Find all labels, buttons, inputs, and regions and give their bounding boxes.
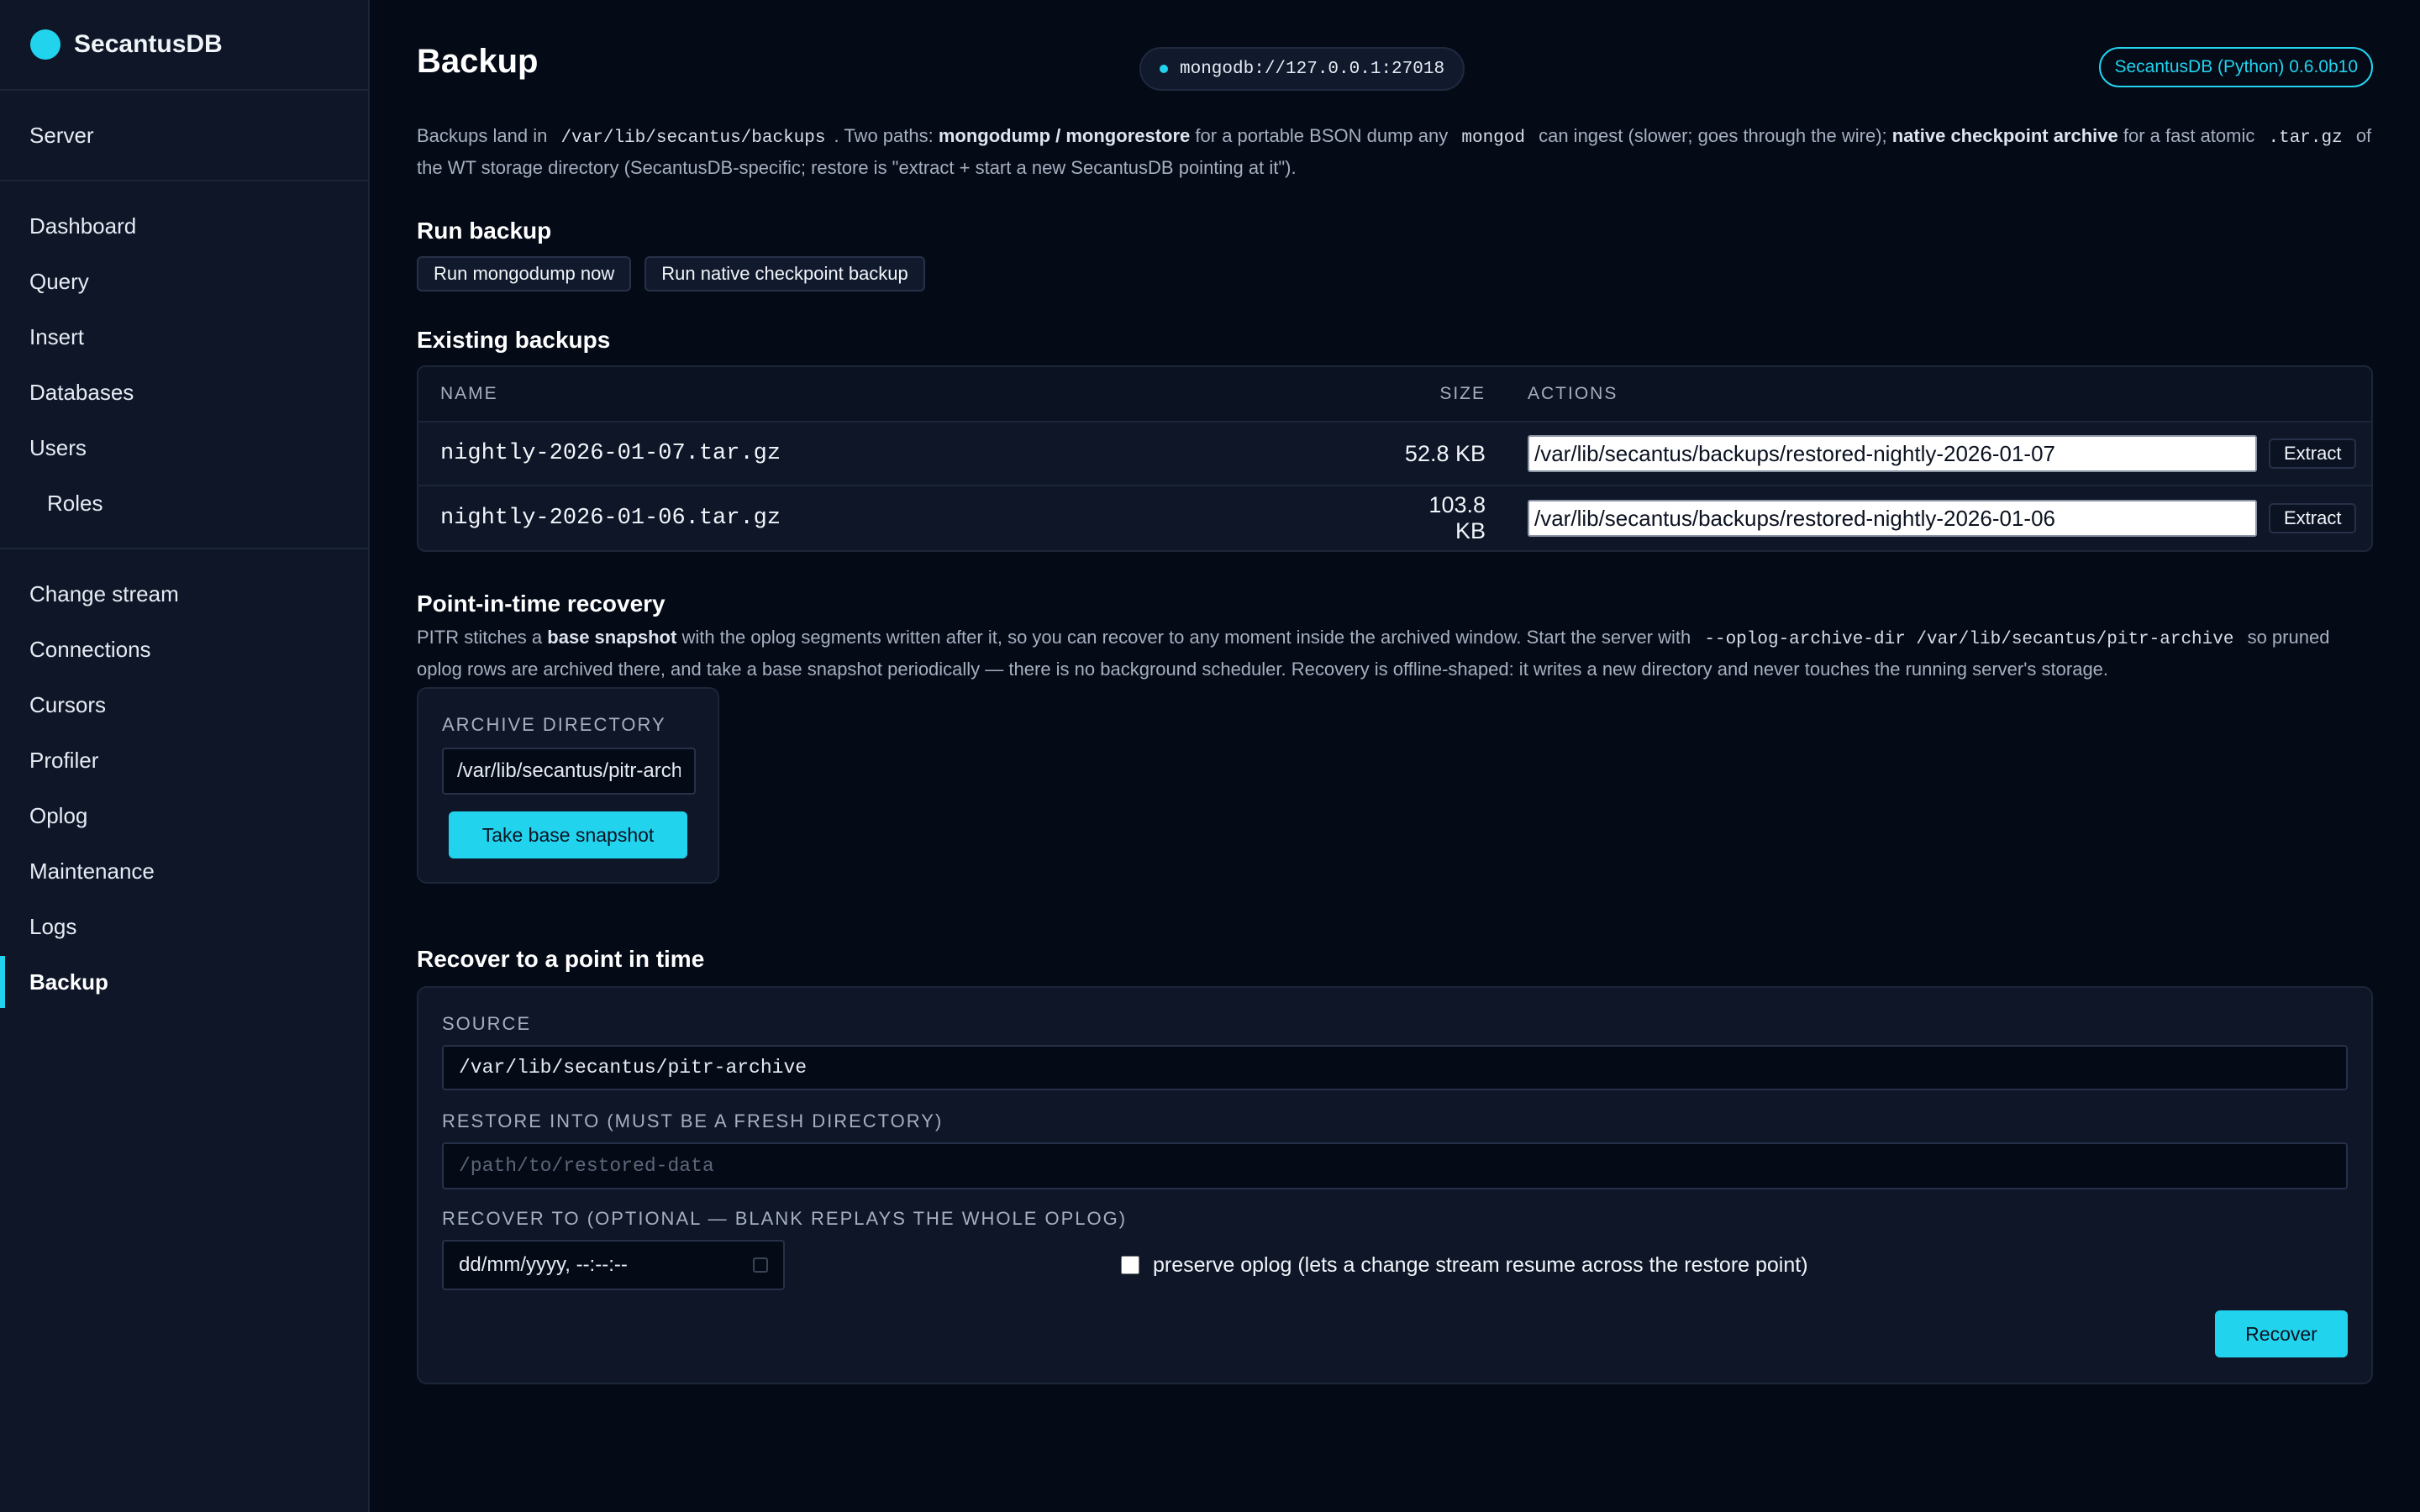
restore-into-label: RESTORE INTO (MUST BE A FRESH DIRECTORY) bbox=[442, 1110, 944, 1131]
nav-group-server: Server bbox=[0, 91, 368, 181]
sidebar: SecantusDB Server Dashboard Query Insert… bbox=[0, 0, 370, 1512]
source-input[interactable] bbox=[442, 1045, 2348, 1090]
sidebar-item-maintenance[interactable]: Maintenance bbox=[0, 843, 368, 899]
existing-backups-title: Existing backups bbox=[417, 327, 611, 353]
preserve-oplog-option[interactable]: preserve oplog (lets a change stream res… bbox=[1121, 1253, 1808, 1278]
intro-text-1: Backups land in bbox=[417, 125, 553, 146]
pitr-text-2: with the oplog segments written after it… bbox=[676, 627, 1697, 648]
column-header-actions: ACTIONS bbox=[1528, 384, 1618, 403]
take-base-snapshot-button[interactable]: Take base snapshot bbox=[449, 811, 687, 858]
source-label: SOURCE bbox=[442, 1013, 532, 1034]
backups-table: NAME SIZE ACTIONS nightly-2026-01-07.tar… bbox=[417, 365, 2373, 552]
sidebar-item-users[interactable]: Users bbox=[0, 420, 368, 475]
table-row: nightly-2026-01-07.tar.gz 52.8 KB Extrac… bbox=[418, 423, 2371, 486]
intro-mongod-code: mongod bbox=[1461, 129, 1525, 148]
connection-status-icon bbox=[1160, 65, 1168, 73]
sidebar-item-roles[interactable]: Roles bbox=[0, 475, 368, 531]
table-row: nightly-2026-01-06.tar.gz 103.8 KB Extra… bbox=[418, 486, 2371, 550]
run-native-backup-button[interactable]: Run native checkpoint backup bbox=[644, 256, 925, 291]
intro-text-2: . Two paths: bbox=[834, 125, 939, 146]
snapshot-button-wrap: Take base snapshot bbox=[442, 811, 694, 858]
brand: SecantusDB bbox=[0, 0, 368, 91]
column-header-name: NAME bbox=[440, 384, 498, 403]
nav-group-data: Dashboard Query Insert Databases Users R… bbox=[0, 181, 368, 549]
recover-title: Recover to a point in time bbox=[417, 946, 705, 972]
main-content: Backup mongodb://127.0.0.1:27018 Secantu… bbox=[370, 0, 2420, 1512]
sidebar-item-dashboard[interactable]: Dashboard bbox=[0, 198, 368, 254]
backup-name: nightly-2026-01-06.tar.gz bbox=[440, 506, 781, 531]
recover-to-row: dd/mm/yyyy, --:--:-- preserve oplog (let… bbox=[442, 1240, 2348, 1290]
archive-panel: ARCHIVE DIRECTORY Take base snapshot bbox=[417, 687, 719, 884]
sidebar-item-backup[interactable]: Backup bbox=[0, 954, 368, 1010]
backup-name: nightly-2026-01-07.tar.gz bbox=[440, 441, 781, 466]
run-mongodump-button[interactable]: Run mongodump now bbox=[417, 256, 632, 291]
run-backup-actions: Run mongodump now Run native checkpoint … bbox=[417, 256, 2373, 291]
sidebar-item-change-stream[interactable]: Change stream bbox=[0, 566, 368, 622]
recover-button[interactable]: Recover bbox=[2215, 1310, 2348, 1357]
backup-size: 103.8 KB bbox=[1428, 492, 1486, 543]
recover-panel: SOURCE RESTORE INTO (MUST BE A FRESH DIR… bbox=[417, 986, 2373, 1384]
extract-target-input[interactable] bbox=[1528, 500, 2257, 537]
intro-bold-native: native checkpoint archive bbox=[1891, 125, 2118, 146]
table-header: NAME SIZE ACTIONS bbox=[418, 367, 2371, 423]
row-actions: Extract bbox=[1486, 500, 2357, 537]
sidebar-item-oplog[interactable]: Oplog bbox=[0, 788, 368, 843]
preserve-oplog-checkbox[interactable] bbox=[1121, 1256, 1139, 1274]
intro-targz-code: .tar.gz bbox=[2268, 129, 2343, 148]
pitr-flag-code: --oplog-archive-dir /var/lib/secantus/pi… bbox=[1704, 630, 2234, 649]
pitr-description: PITR stitches a base snapshot with the o… bbox=[417, 622, 2373, 684]
pitr-title: Point-in-time recovery bbox=[417, 591, 666, 617]
recover-to-label: RECOVER TO (OPTIONAL — BLANK REPLAYS THE… bbox=[442, 1208, 1128, 1229]
intro-text-4: can ingest (slower; goes through the wir… bbox=[1533, 125, 1892, 146]
intro-text-3: for a portable BSON dump any bbox=[1190, 125, 1454, 146]
extract-target-input[interactable] bbox=[1528, 435, 2257, 472]
sidebar-item-insert[interactable]: Insert bbox=[0, 309, 368, 365]
version-badge: SecantusDB (Python) 0.6.0b10 bbox=[2099, 47, 2373, 87]
extract-button[interactable]: Extract bbox=[2269, 503, 2357, 533]
column-header-size: SIZE bbox=[1439, 384, 1486, 403]
datetime-placeholder: dd/mm/yyyy, --:--:-- bbox=[459, 1253, 628, 1276]
backup-size: 52.8 KB bbox=[1404, 440, 1486, 466]
backup-description: Backups land in /var/lib/secantus/backup… bbox=[417, 121, 2373, 182]
restore-into-input[interactable] bbox=[442, 1142, 2348, 1189]
sidebar-item-databases[interactable]: Databases bbox=[0, 365, 368, 420]
intro-path-code: /var/lib/secantus/backups bbox=[560, 129, 826, 148]
sidebar-item-connections[interactable]: Connections bbox=[0, 622, 368, 677]
preserve-oplog-label: preserve oplog (lets a change stream res… bbox=[1153, 1252, 1808, 1277]
brand-logo-icon bbox=[30, 29, 60, 60]
sidebar-item-query[interactable]: Query bbox=[0, 254, 368, 309]
intro-text-5: for a fast atomic bbox=[2118, 125, 2260, 146]
calendar-icon[interactable] bbox=[753, 1257, 768, 1273]
brand-name: SecantusDB bbox=[74, 30, 223, 58]
row-actions: Extract bbox=[1486, 435, 2357, 472]
run-backup-title: Run backup bbox=[417, 218, 552, 244]
sidebar-item-cursors[interactable]: Cursors bbox=[0, 677, 368, 732]
connection-badge: mongodb://127.0.0.1:27018 bbox=[1139, 47, 1465, 91]
pitr-bold-base-snapshot: base snapshot bbox=[547, 627, 677, 648]
archive-directory-label: ARCHIVE DIRECTORY bbox=[442, 714, 666, 735]
sidebar-item-server[interactable]: Server bbox=[0, 108, 368, 163]
sidebar-item-logs[interactable]: Logs bbox=[0, 899, 368, 954]
connection-uri: mongodb://127.0.0.1:27018 bbox=[1180, 59, 1445, 79]
extract-button[interactable]: Extract bbox=[2269, 438, 2357, 469]
sidebar-item-profiler[interactable]: Profiler bbox=[0, 732, 368, 788]
archive-directory-input[interactable] bbox=[442, 748, 696, 795]
pitr-text-1: PITR stitches a bbox=[417, 627, 548, 648]
intro-bold-mongodump: mongodump / mongorestore bbox=[938, 125, 1191, 146]
recover-to-datetime-input[interactable]: dd/mm/yyyy, --:--:-- bbox=[442, 1240, 785, 1290]
nav-group-ops: Change stream Connections Cursors Profil… bbox=[0, 549, 368, 1026]
